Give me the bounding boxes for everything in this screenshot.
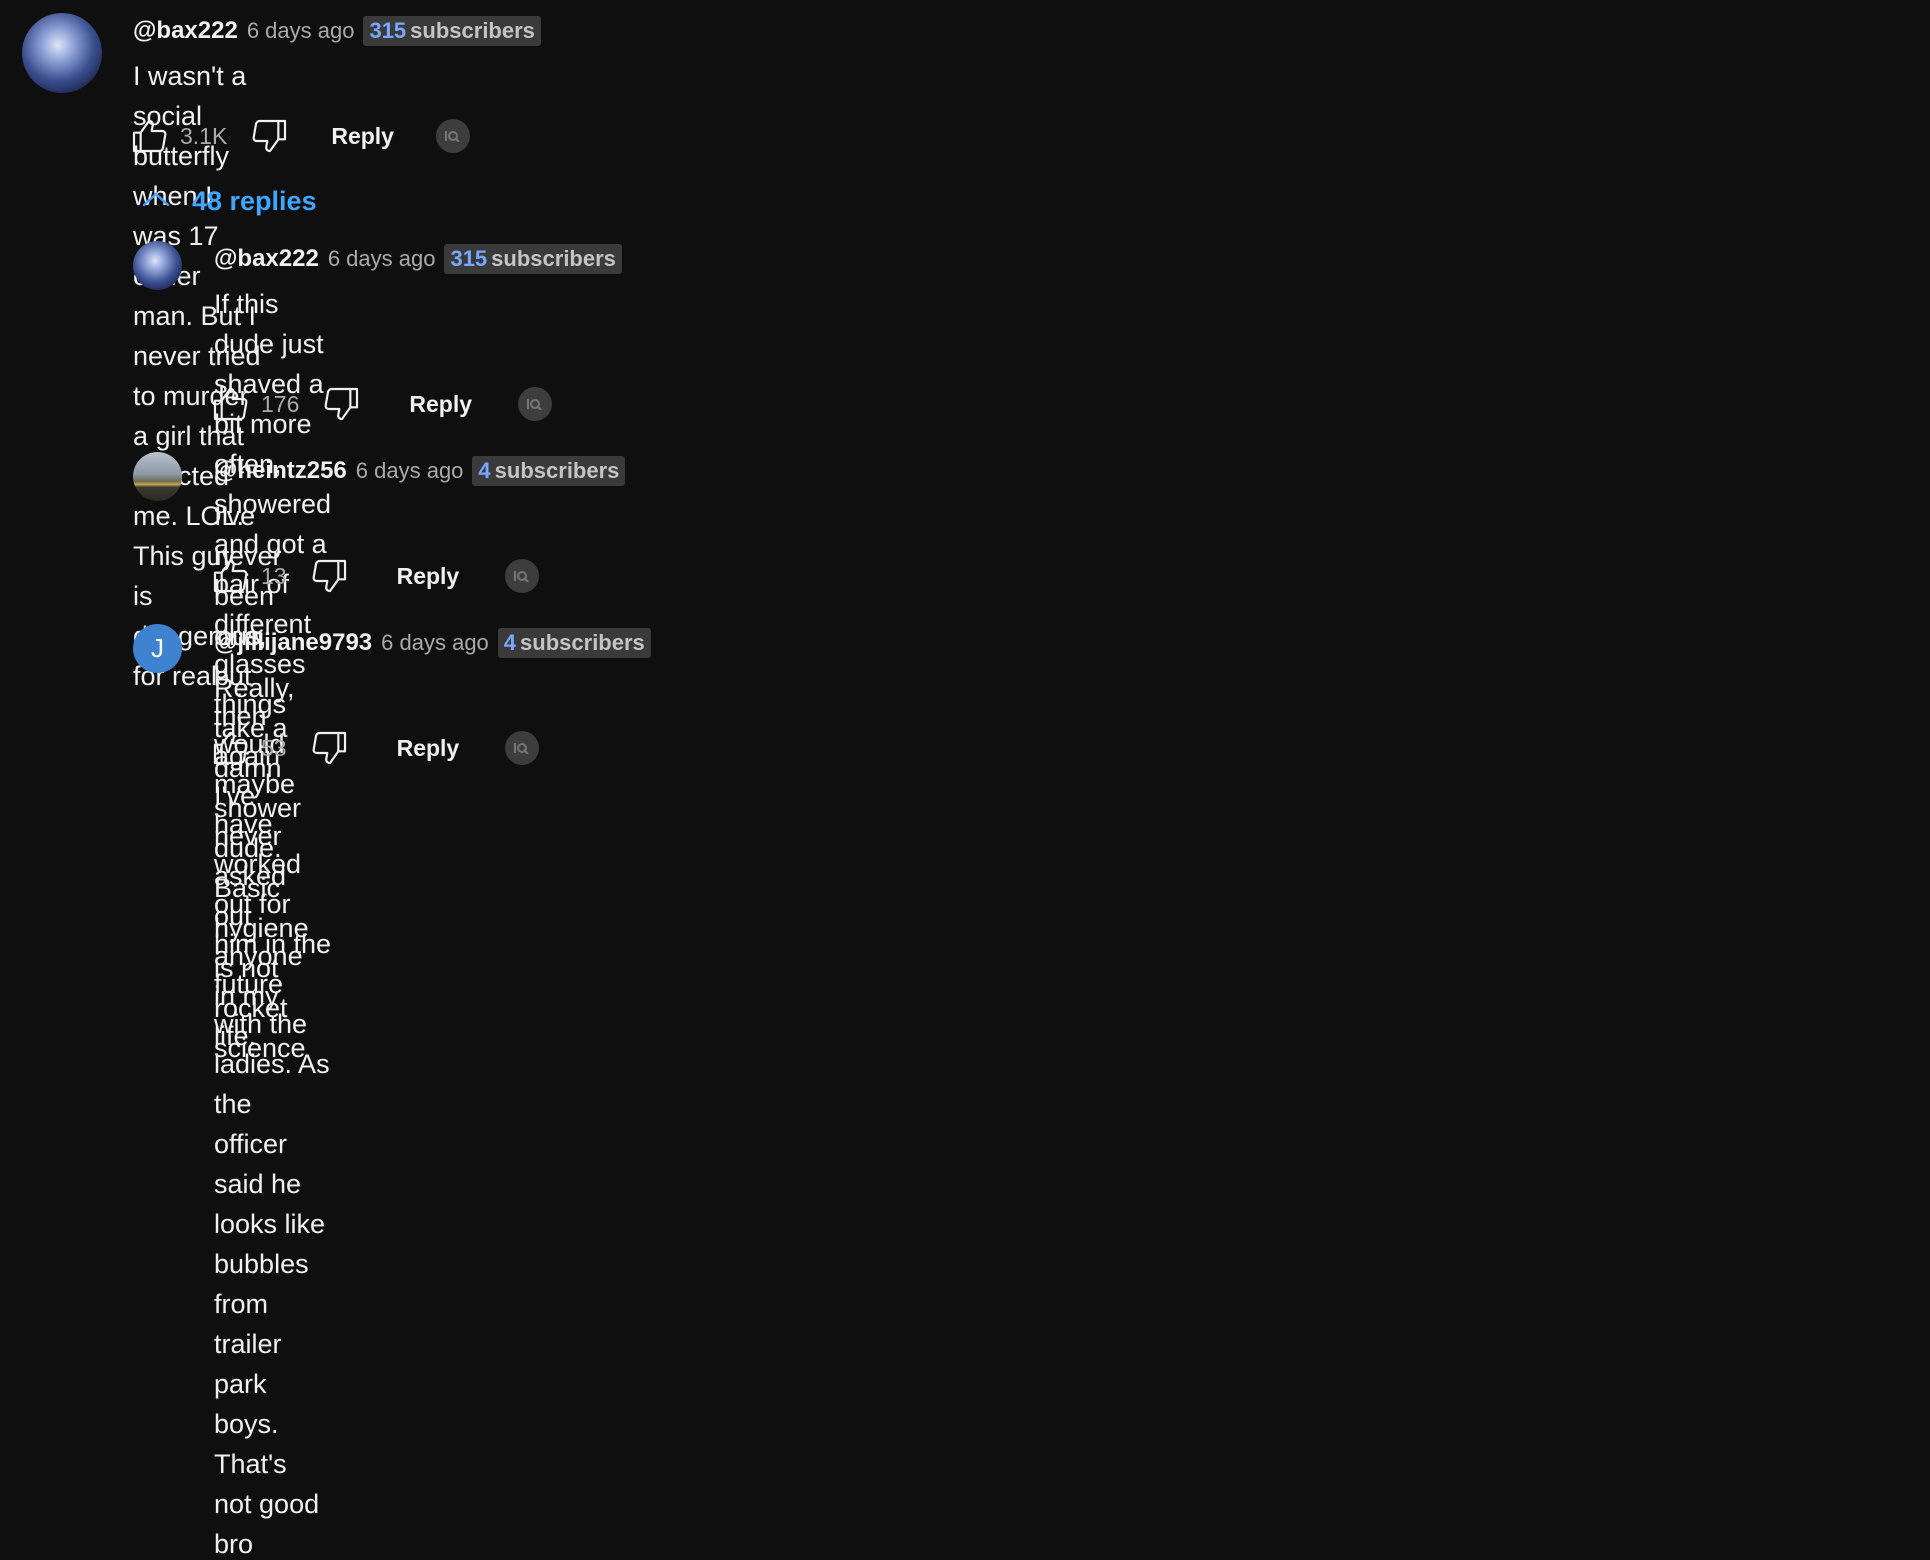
thumbs-down-icon[interactable] [309, 555, 351, 597]
channel-owner-badge-icon [505, 559, 540, 593]
thumbs-down-icon[interactable] [309, 727, 351, 769]
reply-button[interactable]: Reply [397, 735, 460, 762]
comment-actions: 53 Reply [209, 726, 540, 770]
thumbs-down-icon[interactable] [321, 383, 363, 425]
avatar[interactable] [133, 241, 182, 290]
timestamp[interactable]: 6 days ago [381, 630, 489, 656]
comment-actions: 3.1K Reply [128, 114, 470, 158]
author-handle[interactable]: @heintz256 [214, 457, 347, 485]
subscriber-label: subscribers [491, 246, 616, 271]
subscriber-count: 315 [450, 246, 488, 271]
comment-actions: 13 Reply [209, 554, 540, 598]
subscriber-count: 4 [478, 458, 491, 483]
thumbs-up-icon[interactable] [128, 115, 170, 157]
thumbs-up-icon[interactable] [209, 555, 251, 597]
reply-button[interactable]: Reply [409, 391, 472, 418]
reply-button[interactable]: Reply [397, 563, 460, 590]
comment-header: @heintz256 6 days ago 4 subscribers [214, 454, 626, 488]
subscriber-label: subscribers [494, 458, 620, 483]
subscriber-label: subscribers [410, 18, 535, 43]
like-count: 3.1K [180, 122, 228, 149]
avatar[interactable] [22, 13, 102, 93]
comment-header: @bax222 6 days ago 315 subscribers [133, 14, 541, 48]
thumbs-down-icon[interactable] [249, 115, 291, 157]
thumbs-up-icon[interactable] [209, 383, 251, 425]
comment-header: @bax222 6 days ago 315 subscribers [214, 242, 622, 276]
reply-button[interactable]: Reply [331, 123, 394, 150]
subscriber-label: subscribers [520, 630, 645, 655]
like-count: 53 [261, 734, 287, 761]
replies-toggle[interactable]: 48 replies [140, 186, 317, 217]
replies-count-label: 48 replies [192, 186, 317, 216]
thumbs-up-icon[interactable] [209, 727, 251, 769]
subscriber-count: 4 [503, 630, 517, 655]
channel-owner-badge-icon [518, 387, 553, 421]
like-count: 13 [261, 562, 287, 589]
channel-owner-badge-icon [435, 119, 470, 153]
channel-owner-badge-icon [505, 731, 540, 765]
comment-header: @jillijane9793 6 days ago 4 subscribers [214, 626, 651, 660]
subscriber-badge: 315 subscribers [444, 244, 622, 274]
comment-actions: 176 Reply [209, 382, 553, 426]
avatar-letter: J [151, 633, 164, 663]
like-count: 176 [261, 390, 300, 417]
subscriber-badge: 4 subscribers [497, 628, 651, 658]
subscriber-badge: 4 subscribers [472, 456, 626, 486]
author-handle[interactable]: @bax222 [214, 245, 319, 273]
subscriber-badge: 315 subscribers [363, 16, 541, 46]
chevron-up-icon [140, 189, 172, 214]
timestamp[interactable]: 6 days ago [247, 18, 355, 44]
timestamp[interactable]: 6 days ago [328, 246, 436, 272]
author-handle[interactable]: @jillijane9793 [214, 629, 372, 657]
avatar[interactable]: J [133, 624, 182, 673]
author-handle[interactable]: @bax222 [133, 17, 238, 45]
timestamp[interactable]: 6 days ago [356, 458, 464, 484]
avatar[interactable] [133, 452, 182, 501]
subscriber-count: 315 [369, 18, 407, 43]
